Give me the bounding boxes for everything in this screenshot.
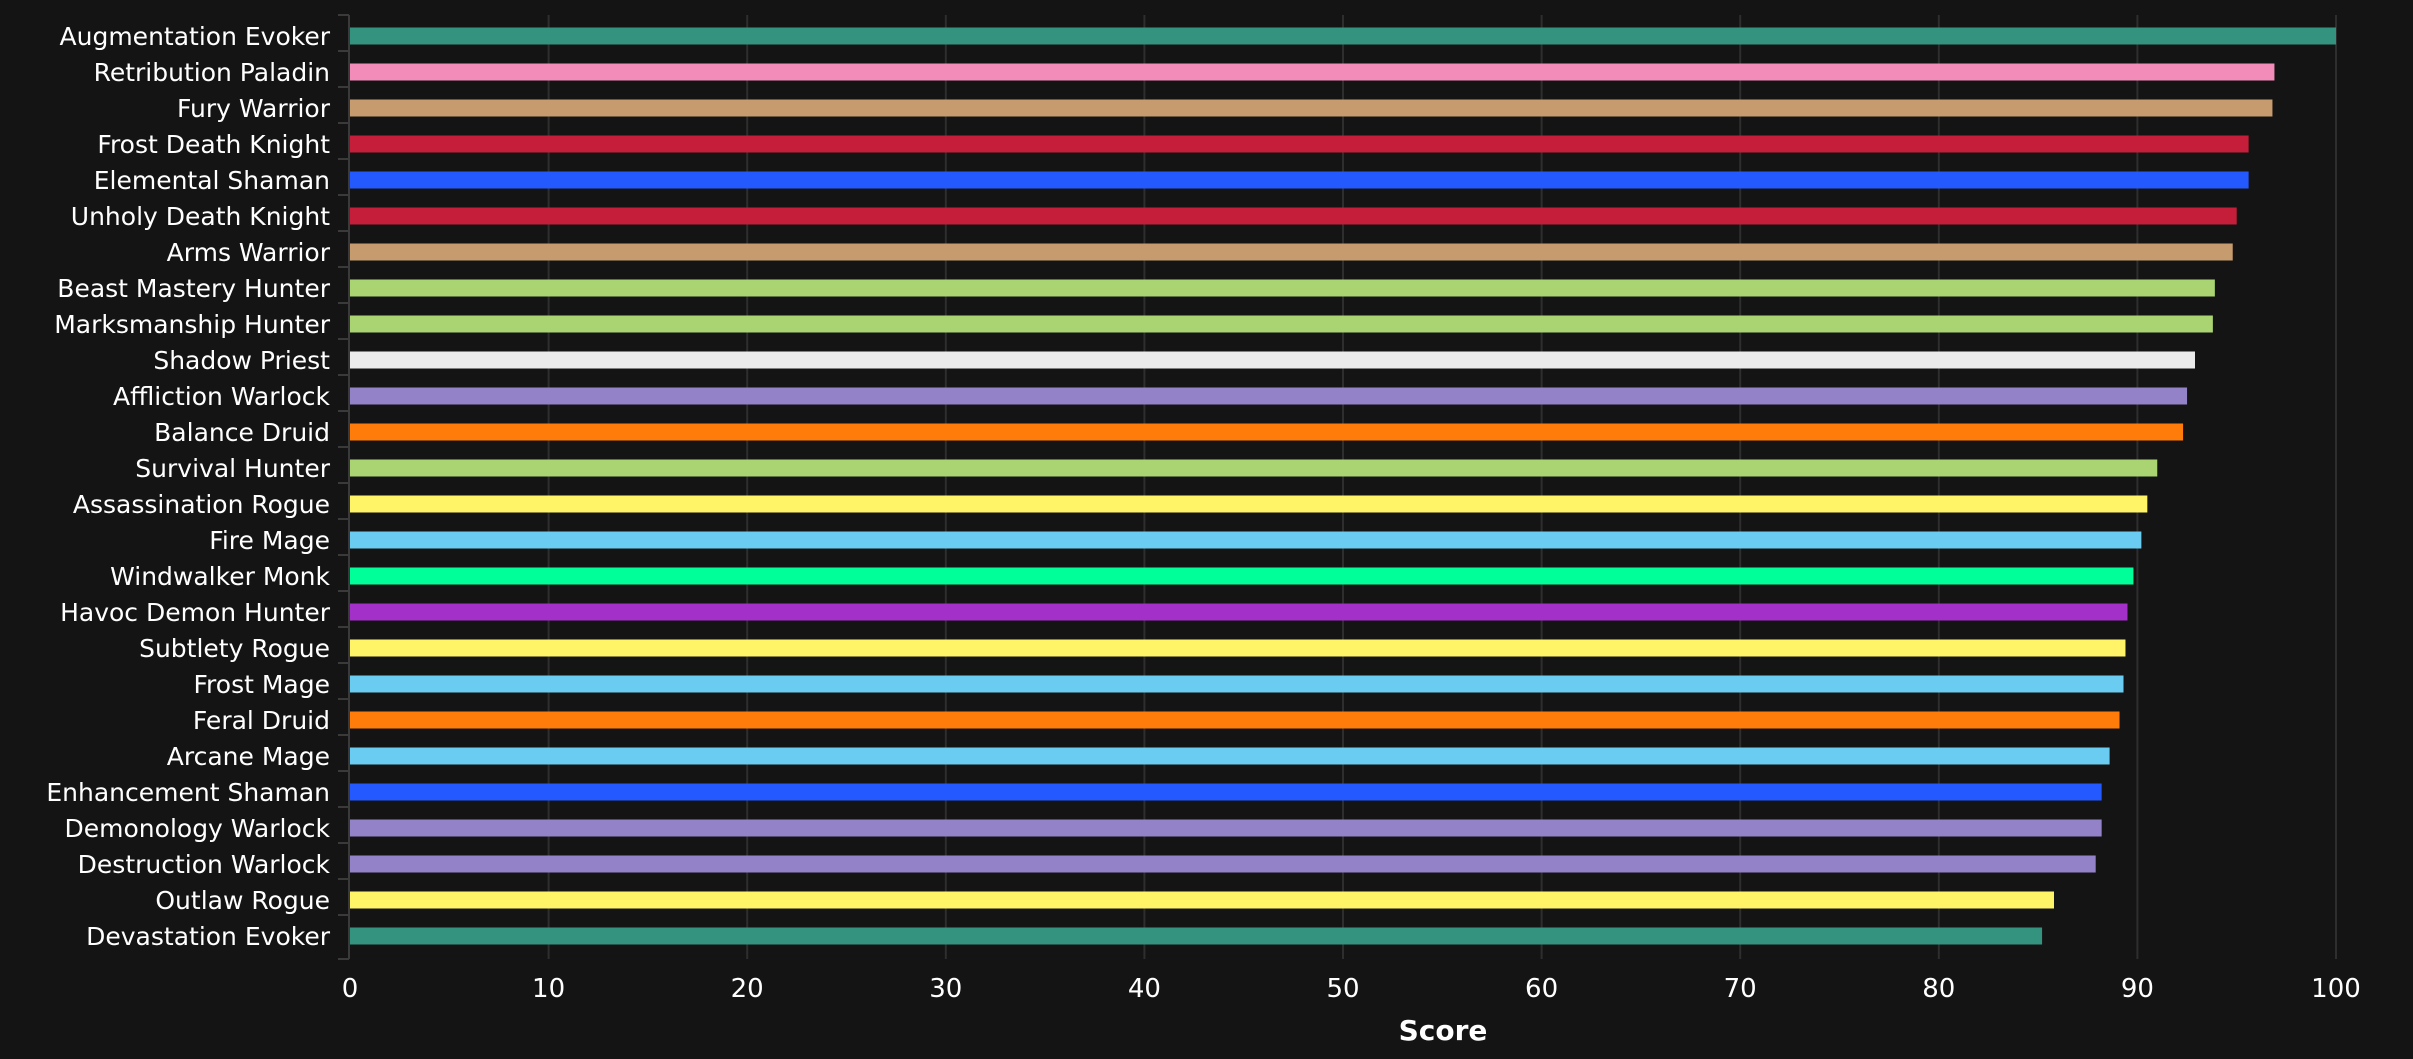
- x-tick-label: 90: [2121, 974, 2154, 1004]
- bar: [350, 855, 2096, 873]
- x-tick-label: 0: [342, 974, 359, 1004]
- category-label: Arcane Mage: [167, 742, 330, 771]
- category-label: Elemental Shaman: [94, 166, 330, 195]
- x-tick-label: 30: [929, 974, 962, 1004]
- x-tick-label: 60: [1525, 974, 1558, 1004]
- bar: [350, 819, 2102, 837]
- category-label: Unholy Death Knight: [71, 202, 330, 231]
- bar: [350, 63, 2275, 81]
- bar: [350, 279, 2215, 297]
- bar: [350, 567, 2134, 585]
- category-label: Destruction Warlock: [78, 850, 331, 879]
- bar: [350, 675, 2124, 693]
- bar: [350, 135, 2249, 153]
- x-tick-label: 80: [1922, 974, 1955, 1004]
- bar: [350, 747, 2110, 765]
- bar: [350, 387, 2188, 405]
- bar: [350, 27, 2336, 45]
- bar: [350, 207, 2237, 225]
- bar: [350, 423, 2184, 441]
- bar: [350, 891, 2054, 909]
- category-label: Windwalker Monk: [110, 562, 330, 591]
- bar: [350, 459, 2158, 477]
- bar: [350, 783, 2102, 801]
- bar: [350, 495, 2148, 513]
- x-tick-label: 70: [1724, 974, 1757, 1004]
- category-label: Frost Mage: [194, 670, 331, 699]
- category-label: Beast Mastery Hunter: [57, 274, 330, 303]
- x-tick-label: 40: [1128, 974, 1161, 1004]
- category-label: Assassination Rogue: [73, 490, 330, 519]
- x-tick-label: 20: [731, 974, 764, 1004]
- bar-chart: Augmentation Evoker Retribution Paladin Fu…: [0, 0, 2413, 1059]
- category-label: Shadow Priest: [153, 346, 330, 375]
- category-label: Marksmanship Hunter: [54, 310, 330, 339]
- category-label: Enhancement Shaman: [46, 778, 330, 807]
- category-label: Arms Warrior: [167, 238, 331, 267]
- category-label: Havoc Demon Hunter: [60, 598, 331, 627]
- category-label: Retribution Paladin: [94, 58, 330, 87]
- category-label: Subtlety Rogue: [139, 634, 330, 663]
- category-label: Fury Warrior: [177, 94, 331, 123]
- bar: [350, 243, 2233, 261]
- bar: [350, 531, 2142, 549]
- category-label: Balance Druid: [154, 418, 330, 447]
- category-label: Affliction Warlock: [113, 382, 331, 411]
- bar: [350, 351, 2195, 369]
- category-label: Outlaw Rogue: [155, 886, 330, 915]
- bar: [350, 603, 2128, 621]
- bar: [350, 171, 2249, 189]
- category-label: Frost Death Knight: [97, 130, 330, 159]
- x-tick-label: 100: [2311, 974, 2361, 1004]
- bar: [350, 639, 2126, 657]
- category-label: Survival Hunter: [135, 454, 330, 483]
- bar: [350, 99, 2273, 117]
- category-label: Devastation Evoker: [86, 922, 331, 951]
- x-tick-label: 10: [532, 974, 565, 1004]
- bar: [350, 927, 2043, 945]
- bar: [350, 315, 2213, 333]
- bar: [350, 711, 2120, 729]
- category-label: Fire Mage: [209, 526, 330, 555]
- x-axis-title: Score: [1399, 1014, 1488, 1047]
- category-label: Demonology Warlock: [65, 814, 331, 843]
- category-label: Feral Druid: [193, 706, 330, 735]
- category-label: Augmentation Evoker: [60, 22, 331, 51]
- x-tick-label: 50: [1326, 974, 1359, 1004]
